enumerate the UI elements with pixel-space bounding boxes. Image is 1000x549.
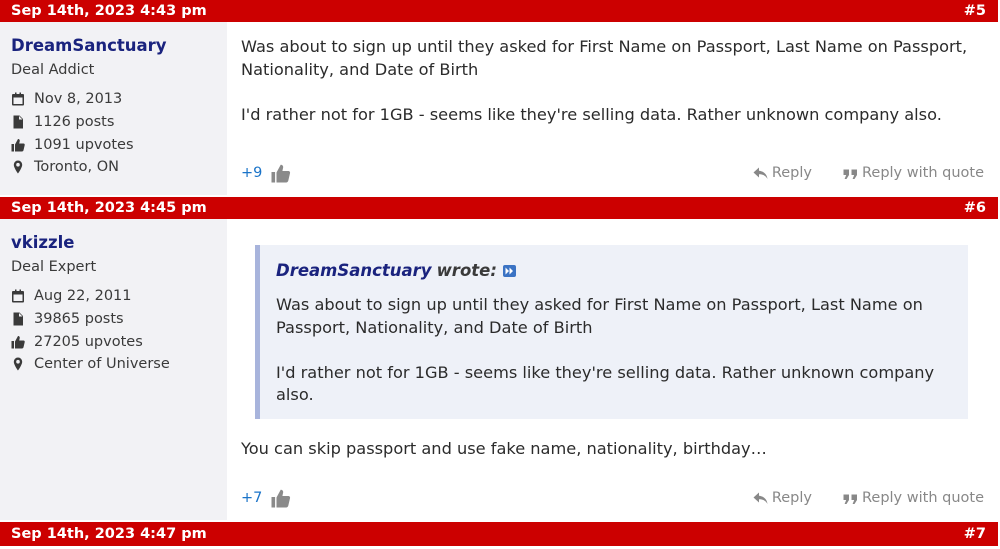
post-date: Sep 14th, 2023 4:45 pm [11,200,207,216]
calendar-icon [11,289,25,303]
map-pin-icon [11,357,25,371]
thumbs-up-icon [11,335,25,349]
post-header: Sep 14th, 2023 4:43 pm #5 [0,0,998,22]
post-footer: +7 Reply Reply with quote [241,486,984,510]
user-location: Center of Universe [11,353,227,376]
map-pin-icon [11,160,25,174]
post-number-link[interactable]: #5 [964,3,986,19]
upvote-thumb-icon[interactable] [271,164,291,183]
user-post-count: 39865 posts [11,308,227,331]
post-header: Sep 14th, 2023 4:47 pm #7 [0,522,998,546]
user-upvotes: 27205 upvotes [11,330,227,353]
quote-icon [843,169,857,179]
post-number-link[interactable]: #7 [964,526,986,542]
vote-count: +9 [241,165,263,181]
post-header: Sep 14th, 2023 4:45 pm #6 [0,197,998,219]
upvote-thumb-icon[interactable] [271,489,291,508]
post-date: Sep 14th, 2023 4:43 pm [11,3,207,19]
user-sidebar: DreamSanctuary Deal Addict Nov 8, 2013 1… [0,22,227,195]
user-upvotes: 1091 upvotes [11,133,227,156]
quote-author: DreamSanctuary [276,261,432,280]
vote-area: +7 [241,489,291,508]
post-date: Sep 14th, 2023 4:47 pm [11,526,207,542]
username-link[interactable]: DreamSanctuary [11,36,227,56]
post-actions: Reply Reply with quote [753,165,984,181]
username-link[interactable]: vkizzle [11,233,227,253]
vote-count: +7 [241,490,263,506]
user-joined: Nov 8, 2013 [11,88,227,111]
quote-icon [843,494,857,504]
vote-area: +9 [241,164,291,183]
reply-with-quote-button[interactable]: Reply with quote [843,165,984,181]
user-joined: Aug 22, 2011 [11,285,227,308]
user-location: Toronto, ON [11,156,227,179]
post-content: DreamSanctuary wrote: Was about to sign … [227,219,998,520]
post-body: You can skip passport and use fake name,… [241,438,767,458]
jump-to-quote-icon[interactable] [502,264,516,277]
thumbs-up-icon [11,138,25,152]
quote-block: DreamSanctuary wrote: Was about to sign … [255,245,968,419]
quote-body: Was about to sign up until they asked fo… [276,295,935,405]
user-post-count: 1126 posts [11,111,227,134]
reply-icon [753,492,768,504]
reply-icon [753,167,768,179]
calendar-icon [11,92,25,106]
reply-with-quote-button[interactable]: Reply with quote [843,490,984,506]
file-icon [11,312,25,326]
reply-button[interactable]: Reply [753,490,812,506]
user-sidebar: vkizzle Deal Expert Aug 22, 2011 39865 p… [0,219,227,520]
post-body: Was about to sign up until they asked fo… [241,37,968,124]
post: vkizzle Deal Expert Aug 22, 2011 39865 p… [0,219,998,520]
reply-button[interactable]: Reply [753,165,812,181]
quote-wrote-label: wrote: [436,261,497,280]
user-title: Deal Expert [11,259,97,275]
file-icon [11,115,25,129]
quote-header: DreamSanctuary wrote: [276,261,950,280]
post-footer: +9 Reply Reply with quote [241,161,984,185]
post-number-link[interactable]: #6 [964,200,986,216]
user-title: Deal Addict [11,62,95,78]
post-actions: Reply Reply with quote [753,490,984,506]
